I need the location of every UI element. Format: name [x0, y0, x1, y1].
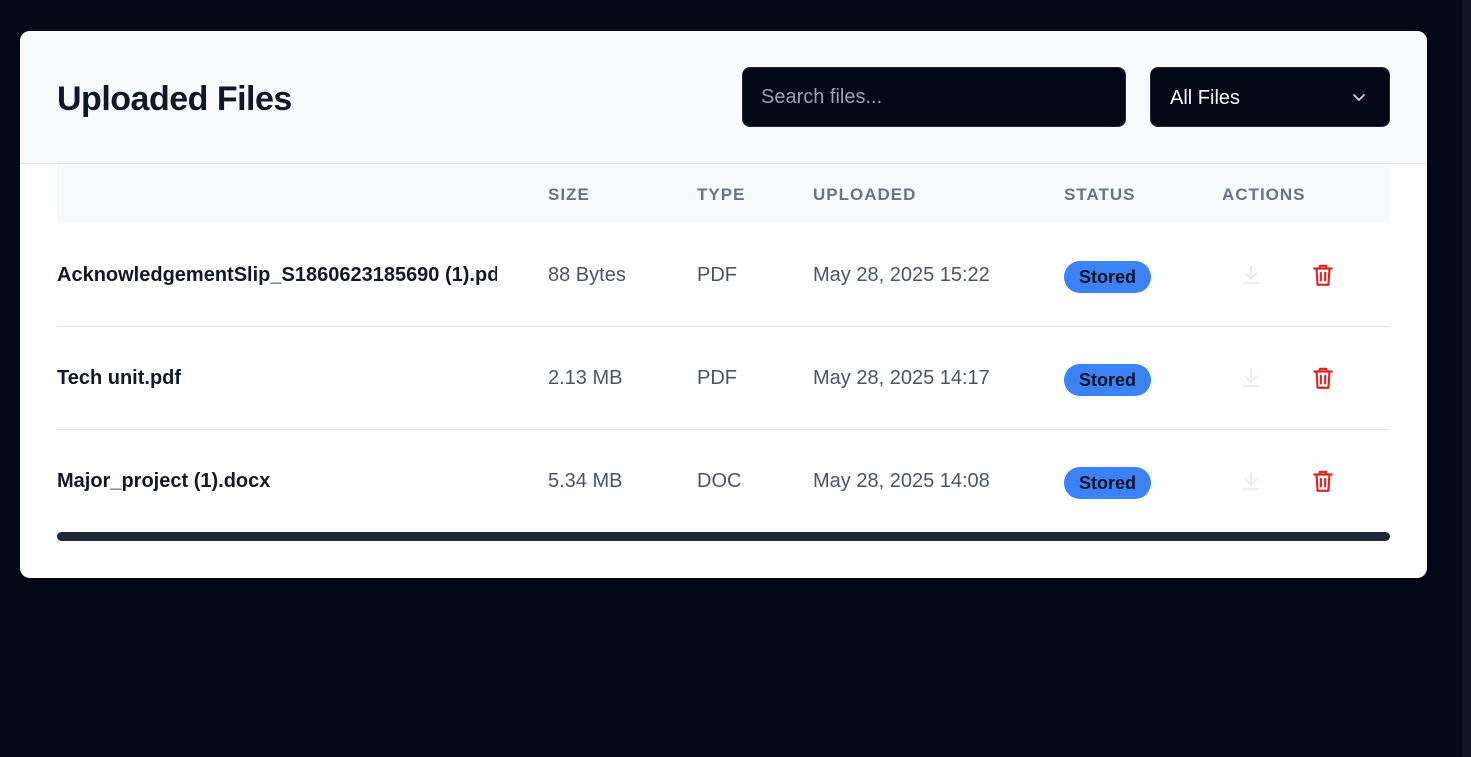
file-name: Major_project (1).docx	[57, 470, 271, 492]
window-edge	[1462, 0, 1471, 757]
table-row: Major_project (1).docx 5.34 MB DOC May 2…	[57, 429, 1390, 532]
page-title: Uploaded Files	[57, 80, 292, 118]
column-header-uploaded[interactable]: UPLOADED	[813, 185, 916, 205]
file-type: PDF	[697, 367, 737, 389]
file-size: 5.34 MB	[548, 470, 623, 492]
search-input[interactable]	[742, 67, 1126, 127]
horizontal-scrollbar[interactable]	[57, 532, 1390, 541]
file-name: AcknowledgementSlip_S1860623185690 (1).p…	[57, 264, 497, 286]
trash-icon[interactable]	[1310, 365, 1336, 391]
download-icon[interactable]	[1238, 468, 1264, 494]
file-type: PDF	[697, 264, 737, 286]
column-header-status[interactable]: STATUS	[1064, 185, 1135, 205]
file-type-filter-select[interactable]: All Files	[1150, 67, 1390, 127]
download-icon[interactable]	[1238, 262, 1264, 288]
trash-icon[interactable]	[1310, 468, 1336, 494]
download-icon[interactable]	[1238, 365, 1264, 391]
column-header-actions: ACTIONS	[1222, 185, 1306, 204]
column-header-size[interactable]: SIZE	[548, 185, 590, 205]
card-header: Uploaded Files All Files	[20, 31, 1427, 164]
table-header-row: SIZE TYPE UPLOADED STATUS ACTIONS	[57, 164, 1390, 223]
chevron-down-icon	[1353, 94, 1365, 101]
table-row: Tech unit.pdf 2.13 MB PDF May 28, 2025 1…	[57, 326, 1390, 430]
file-uploaded-date: May 28, 2025 15:22	[813, 264, 990, 286]
uploaded-files-card: Uploaded Files All Files SIZE TYPE UPLOA…	[20, 31, 1427, 578]
file-uploaded-date: May 28, 2025 14:08	[813, 470, 990, 492]
status-badge: Stored	[1064, 364, 1152, 396]
files-table: SIZE TYPE UPLOADED STATUS ACTIONS Acknow…	[57, 164, 1390, 542]
file-type: DOC	[697, 470, 742, 492]
status-badge: Stored	[1064, 467, 1152, 499]
file-size: 2.13 MB	[548, 367, 623, 389]
filter-select-value: All Files	[1170, 87, 1241, 109]
file-size: 88 Bytes	[548, 264, 626, 286]
table-row: AcknowledgementSlip_S1860623185690 (1).p…	[57, 223, 1390, 327]
file-uploaded-date: May 28, 2025 14:17	[813, 367, 990, 389]
status-badge: Stored	[1064, 261, 1152, 293]
trash-icon[interactable]	[1310, 262, 1336, 288]
file-name: Tech unit.pdf	[57, 367, 182, 389]
column-header-type[interactable]: TYPE	[697, 185, 745, 205]
